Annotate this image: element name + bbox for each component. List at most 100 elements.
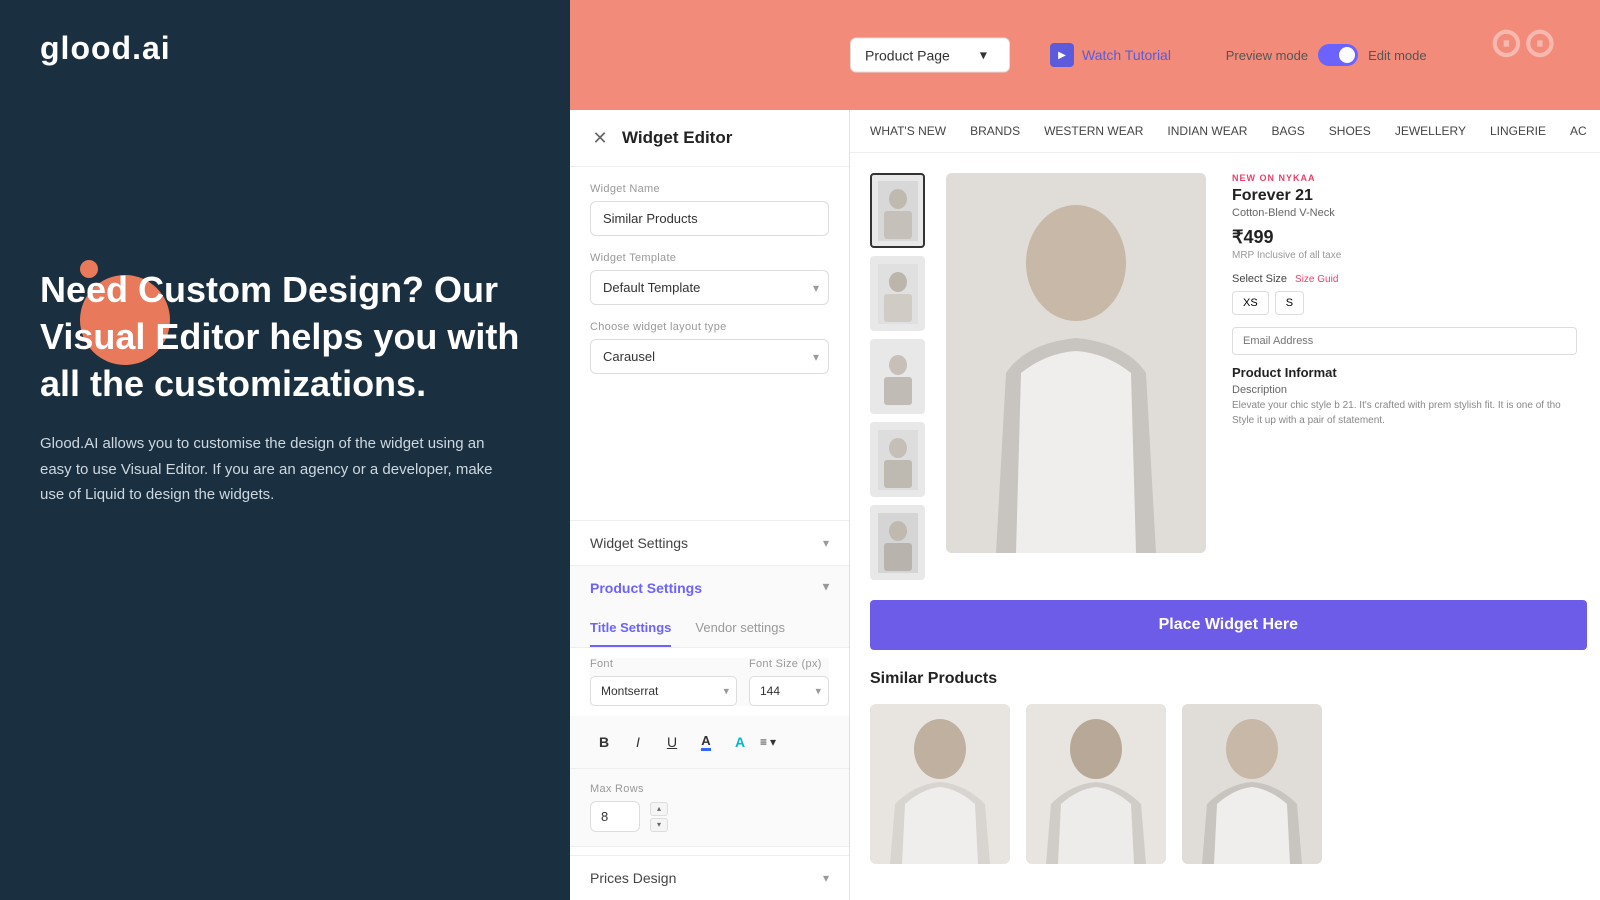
similar-product-1[interactable] [870,704,1010,864]
page-selector-chevron: ▾ [980,47,987,64]
main-area: ✕ Widget Editor Widget Name Widget Templ… [570,110,1600,900]
play-icon: ▶ [1058,50,1066,61]
place-widget-banner[interactable]: Place Widget Here [870,600,1587,650]
max-rows-row: ▴ ▾ [590,801,829,832]
widget-settings-section-header[interactable]: Widget Settings ▾ [570,520,849,565]
align-chevron-icon: ▾ [770,735,776,749]
watch-tutorial-icon: ▶ [1050,43,1074,67]
bold-button[interactable]: B [590,728,618,756]
description-label: Description [1232,384,1577,396]
nav-indian-wear[interactable]: INDIAN WEAR [1167,124,1247,138]
size-xs[interactable]: XS [1232,291,1269,315]
thumb-4[interactable] [870,422,925,497]
max-rows-input[interactable] [590,801,640,832]
align-icon: ≡ [760,735,767,749]
tab-title-label: Title Settings [590,620,671,635]
thumb-3[interactable] [870,339,925,414]
tab-vendor-settings[interactable]: Vendor settings [695,610,785,647]
product-settings-section-header[interactable]: Product Settings ▴ [570,565,849,610]
left-heading: Need Custom Design? Our Visual Editor he… [40,267,530,407]
nav-ac[interactable]: AC [1570,124,1587,138]
thumb-5[interactable] [870,505,925,580]
close-button[interactable]: ✕ [590,128,610,148]
logo-text: glood.ai [40,30,171,66]
widget-template-group: Widget Template Default Template [590,252,829,305]
font-size-select[interactable]: 144 [749,676,829,706]
nav-western-wear[interactable]: WESTERN WEAR [1044,124,1143,138]
email-input[interactable] [1232,327,1577,355]
nav-brands[interactable]: BRANDS [970,124,1020,138]
select-size-text: Select Size [1232,273,1287,285]
format-toolbar: B I U A A ≡ ▾ [570,716,849,769]
preview-toggle[interactable] [1318,44,1358,66]
top-toolbar: Product Page ▾ ▶ Watch Tutorial Preview … [570,0,1600,110]
product-price: ₹499 [1232,227,1577,248]
prices-design-label: Prices Design [590,870,676,886]
widget-template-label: Widget Template [590,252,829,264]
highlight-color-button[interactable]: A [726,728,754,756]
font-settings-row: Font Montserrat Font Size (px) 144 [590,658,829,706]
main-product-image [946,173,1206,553]
max-rows-decrement[interactable]: ▾ [650,818,668,832]
layout-type-group: Choose widget layout type Carausel [590,321,829,374]
editor-header: ✕ Widget Editor [570,110,849,167]
left-panel: glood.ai Need Custom Design? Our Visual … [0,0,570,900]
size-guide-link[interactable]: Size Guid [1295,274,1338,285]
preview-area: WHAT'S NEW BRANDS WESTERN WEAR INDIAN WE… [850,110,1600,900]
nav-bags[interactable]: BAGS [1271,124,1304,138]
max-rows-label: Max Rows [590,783,829,795]
top-banner: Product Page ▾ ▶ Watch Tutorial Preview … [570,0,1600,110]
widget-template-select[interactable]: Default Template [590,270,829,305]
preview-mode-section: Preview mode Edit mode [1226,44,1427,66]
widget-settings-chevron: ▾ [823,536,829,550]
tab-vendor-label: Vendor settings [695,620,785,635]
nav-lingerie[interactable]: LINGERIE [1490,124,1546,138]
widget-settings-label: Widget Settings [590,535,688,551]
similar-product-2[interactable] [1026,704,1166,864]
price-note: MRP Inclusive of all taxe [1232,250,1577,261]
right-side: Product Page ▾ ▶ Watch Tutorial Preview … [570,0,1600,900]
text-color-icon: A [701,733,710,751]
page-selector-value: Product Page [865,47,950,63]
font-select[interactable]: Montserrat [590,676,737,706]
prices-design-chevron: ▾ [823,871,829,885]
left-content: Need Custom Design? Our Visual Editor he… [40,267,530,508]
size-s[interactable]: S [1275,291,1304,315]
nav-whats-new[interactable]: WHAT'S NEW [870,124,946,138]
font-select-wrapper: Montserrat [590,676,737,706]
thumb-2[interactable] [870,256,925,331]
banner-logo-decoration: ⊙⊙ [1490,20,1557,66]
thumbnail-column [870,173,930,580]
highlight-icon: A [735,734,745,750]
product-info: NEW ON NYKAA Forever 21 Cotton-Blend V-N… [1222,173,1587,580]
italic-button[interactable]: I [624,728,652,756]
layout-type-select[interactable]: Carausel [590,339,829,374]
logo: glood.ai [40,30,530,67]
product-name: Forever 21 [1232,187,1577,205]
page-selector[interactable]: Product Page ▾ [850,38,1010,73]
widget-name-input[interactable] [590,201,829,236]
align-button[interactable]: ≡ ▾ [760,735,776,749]
watch-tutorial-button[interactable]: ▶ Watch Tutorial [1050,43,1171,67]
max-rows-stepper: ▴ ▾ [650,802,668,832]
max-rows-increment[interactable]: ▴ [650,802,668,816]
product-page-preview: WHAT'S NEW BRANDS WESTERN WEAR INDIAN WE… [850,110,1600,900]
underline-button[interactable]: U [658,728,686,756]
product-settings-label: Product Settings [590,580,702,596]
edit-mode-label: Edit mode [1368,48,1427,63]
widget-template-select-wrapper: Default Template [590,270,829,305]
preview-mode-label: Preview mode [1226,48,1308,63]
product-settings-tabs: Title Settings Vendor settings [570,610,849,648]
nav-shoes[interactable]: SHOES [1329,124,1371,138]
layout-type-select-wrapper: Carausel [590,339,829,374]
prices-design-section-header[interactable]: Prices Design ▾ [570,855,849,900]
thumb-1[interactable] [870,173,925,248]
font-size-label: Font Size (px) [749,658,829,670]
nav-jewellery[interactable]: JEWELLERY [1395,124,1466,138]
tab-title-settings[interactable]: Title Settings [590,610,671,647]
text-color-button[interactable]: A [692,728,720,756]
similar-product-3[interactable] [1182,704,1322,864]
preview-nav: WHAT'S NEW BRANDS WESTERN WEAR INDIAN WE… [850,110,1600,153]
size-label: Select Size Size Guid [1232,273,1577,285]
editor-title: Widget Editor [622,128,732,148]
